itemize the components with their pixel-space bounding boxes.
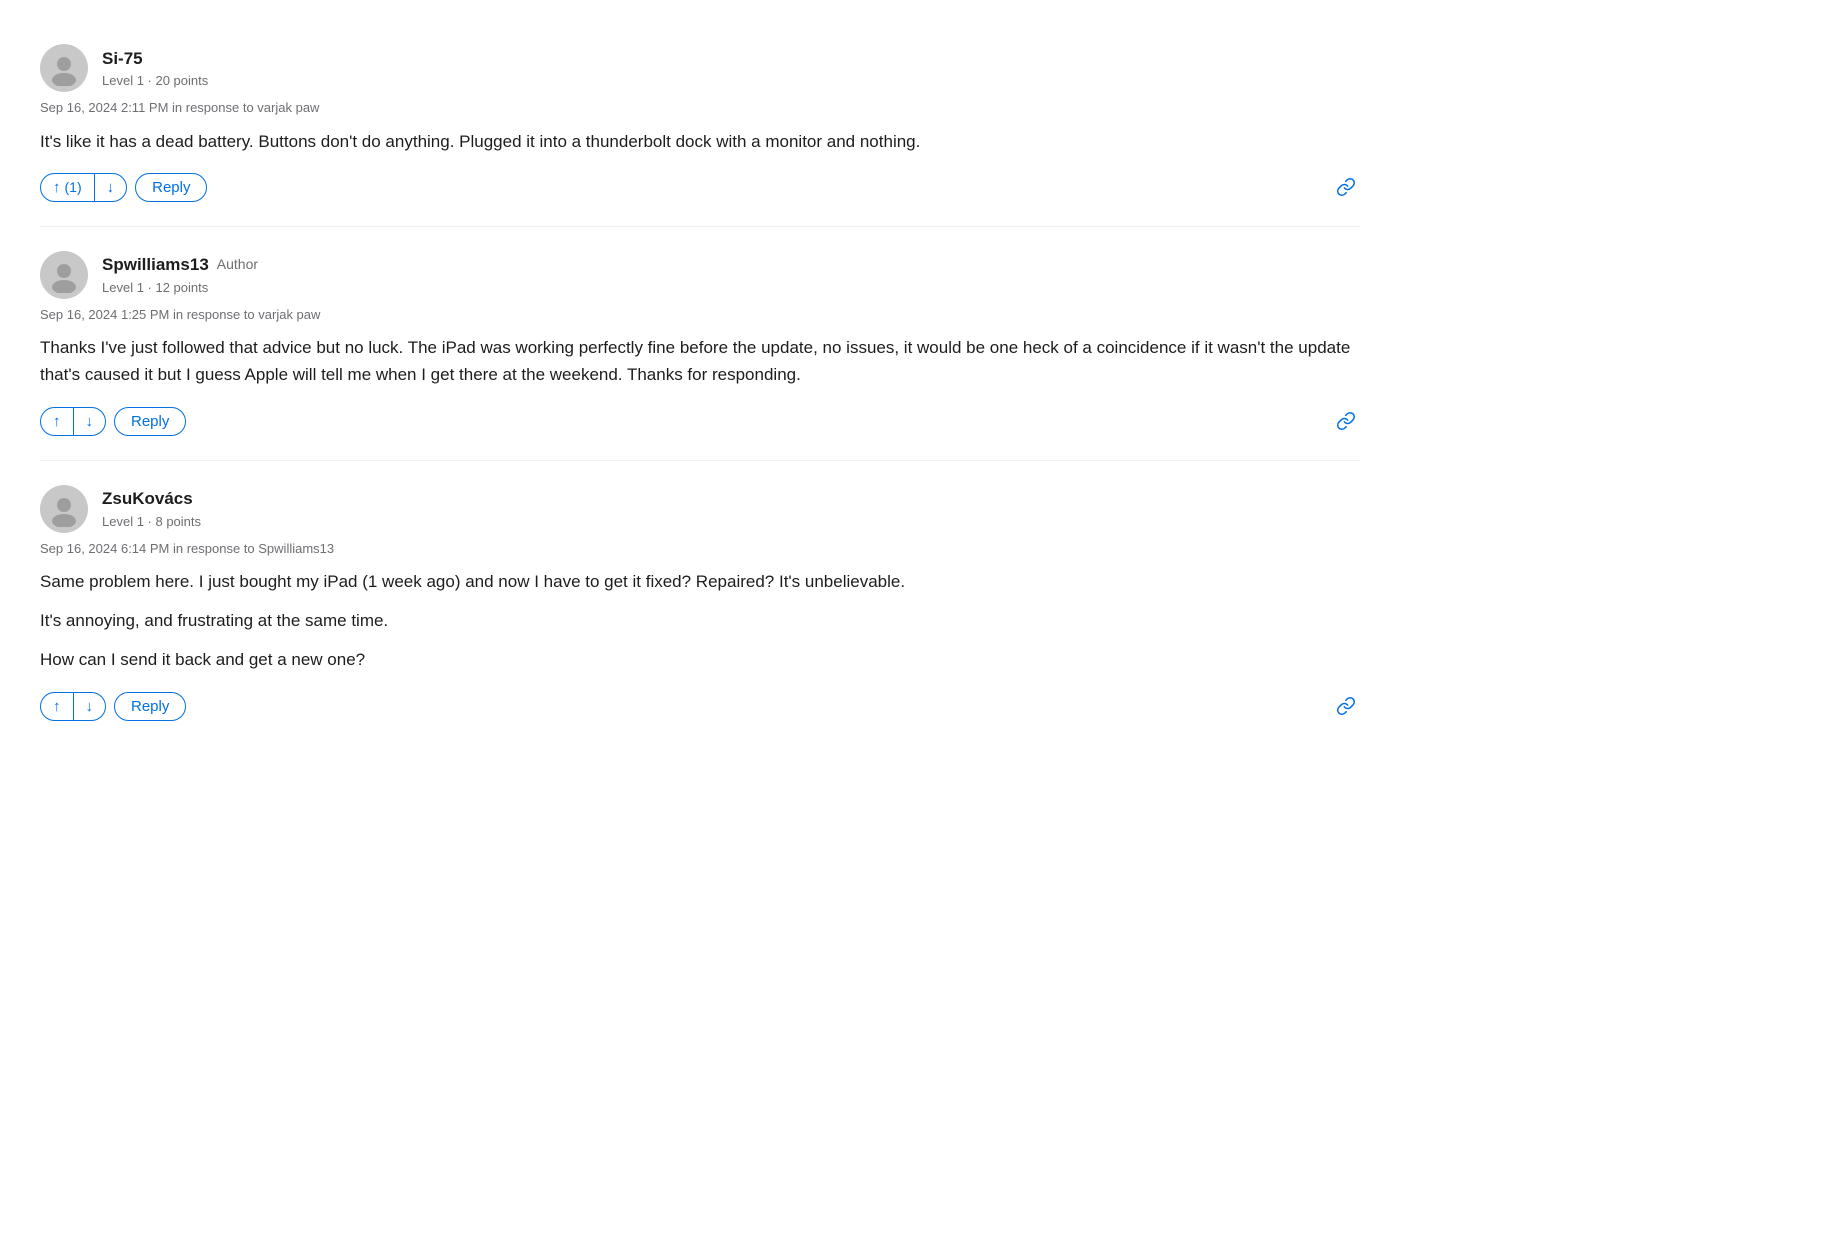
- comment-paragraph: It's like it has a dead battery. Buttons…: [40, 128, 1360, 155]
- author-badge: Author: [217, 254, 258, 275]
- vote-buttons: ↑(1) ↓: [40, 173, 127, 202]
- username-row: Spwilliams13 Author: [102, 252, 258, 278]
- actions-row: ↑↓Reply: [40, 407, 1360, 436]
- comment-body: It's like it has a dead battery. Buttons…: [40, 128, 1360, 155]
- upvote-count: (1): [65, 179, 82, 195]
- user-header: ZsuKovácsLevel 1 · 8 points: [40, 485, 1360, 533]
- reply-button[interactable]: Reply: [135, 173, 207, 202]
- vote-buttons: ↑↓: [40, 407, 106, 436]
- in-response-link[interactable]: varjak paw: [257, 100, 319, 115]
- downvote-button[interactable]: ↓: [74, 408, 106, 435]
- comment-meta: Sep 16, 2024 1:25 PM in response to varj…: [40, 305, 1360, 325]
- copy-link-button[interactable]: [1332, 692, 1360, 720]
- comment-3: ZsuKovácsLevel 1 · 8 points Sep 16, 2024 …: [40, 461, 1360, 745]
- comment-meta: Sep 16, 2024 2:11 PM in response to varj…: [40, 98, 1360, 118]
- user-info: Si-75Level 1 · 20 points: [102, 46, 208, 91]
- vote-reply-group: ↑↓Reply: [40, 407, 186, 436]
- link-icon: [1336, 411, 1356, 431]
- downvote-icon: ↓: [86, 698, 94, 715]
- upvote-icon: ↑: [53, 413, 61, 430]
- username: ZsuKovács: [102, 486, 193, 512]
- reply-button[interactable]: Reply: [114, 692, 186, 721]
- actions-row: ↑↓Reply: [40, 692, 1360, 721]
- comment-paragraph: Same problem here. I just bought my iPad…: [40, 568, 1360, 595]
- avatar: [40, 44, 88, 92]
- copy-link-button[interactable]: [1332, 407, 1360, 435]
- upvote-button[interactable]: ↑(1): [41, 174, 95, 201]
- comment-paragraph: How can I send it back and get a new one…: [40, 646, 1360, 673]
- upvote-icon: ↑: [53, 179, 61, 196]
- downvote-icon: ↓: [86, 413, 94, 430]
- user-info: ZsuKovácsLevel 1 · 8 points: [102, 486, 201, 531]
- vote-reply-group: ↑↓Reply: [40, 692, 186, 721]
- username-row: ZsuKovács: [102, 486, 201, 512]
- comment-body: Same problem here. I just bought my iPad…: [40, 568, 1360, 674]
- copy-link-button[interactable]: [1332, 173, 1360, 201]
- downvote-button[interactable]: ↓: [95, 174, 127, 201]
- user-level: Level 1 · 12 points: [102, 278, 258, 298]
- upvote-icon: ↑: [53, 698, 61, 715]
- avatar: [40, 485, 88, 533]
- actions-row: ↑(1) ↓ Reply: [40, 173, 1360, 202]
- reply-button[interactable]: Reply: [114, 407, 186, 436]
- avatar: [40, 251, 88, 299]
- downvote-icon: ↓: [107, 179, 115, 196]
- comment-1: Si-75Level 1 · 20 points Sep 16, 2024 2:1…: [40, 20, 1360, 227]
- comment-paragraph: It's annoying, and frustrating at the sa…: [40, 607, 1360, 634]
- user-level: Level 1 · 20 points: [102, 71, 208, 91]
- comment-body: Thanks I've just followed that advice bu…: [40, 334, 1360, 388]
- upvote-button[interactable]: ↑: [41, 408, 74, 435]
- vote-reply-group: ↑(1) ↓ Reply: [40, 173, 207, 202]
- user-info: Spwilliams13 Author Level 1 · 12 points: [102, 252, 258, 297]
- downvote-button[interactable]: ↓: [74, 693, 106, 720]
- user-level: Level 1 · 8 points: [102, 512, 201, 532]
- username: Si-75: [102, 46, 143, 72]
- link-icon: [1336, 696, 1356, 716]
- in-response-link[interactable]: varjak paw: [258, 307, 320, 322]
- in-response-link[interactable]: Spwilliams13: [258, 541, 334, 556]
- username-row: Si-75: [102, 46, 208, 72]
- vote-buttons: ↑↓: [40, 692, 106, 721]
- user-header: Spwilliams13 Author Level 1 · 12 points: [40, 251, 1360, 299]
- username: Spwilliams13: [102, 252, 209, 278]
- link-icon: [1336, 177, 1356, 197]
- comment-paragraph: Thanks I've just followed that advice bu…: [40, 334, 1360, 388]
- upvote-button[interactable]: ↑: [41, 693, 74, 720]
- comment-2: Spwilliams13 Author Level 1 · 12 points Sep…: [40, 227, 1360, 461]
- user-header: Si-75Level 1 · 20 points: [40, 44, 1360, 92]
- comment-meta: Sep 16, 2024 6:14 PM in response to Spwi…: [40, 539, 1360, 559]
